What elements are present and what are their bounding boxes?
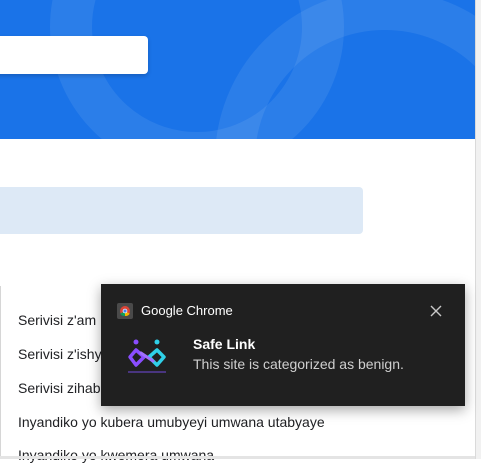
close-icon[interactable] <box>427 302 445 320</box>
notification-app-name: Google Chrome <box>141 303 233 318</box>
list-item[interactable]: Serivisi z'am <box>18 312 96 328</box>
notification-title: Safe Link <box>193 336 256 352</box>
list-item[interactable]: Serivisi z'ishy <box>18 346 102 362</box>
list-item[interactable]: Inyandiko yo kubera umubyeyi umwana utab… <box>18 414 325 430</box>
chrome-icon <box>117 303 133 319</box>
info-bar <box>0 187 363 234</box>
header-banner <box>0 0 475 139</box>
list-item[interactable]: Inyandiko yo kwemera umwana <box>18 447 214 463</box>
list-item[interactable]: Serivisi zihab <box>18 380 100 396</box>
notification-message: This site is categorized as benign. <box>193 356 404 372</box>
page-scrollbar[interactable] <box>475 0 481 459</box>
safe-link-logo <box>126 338 168 380</box>
chrome-notification-toast[interactable]: Google Chrome Safe Link This site is cat… <box>101 284 465 406</box>
search-input[interactable] <box>0 36 148 74</box>
